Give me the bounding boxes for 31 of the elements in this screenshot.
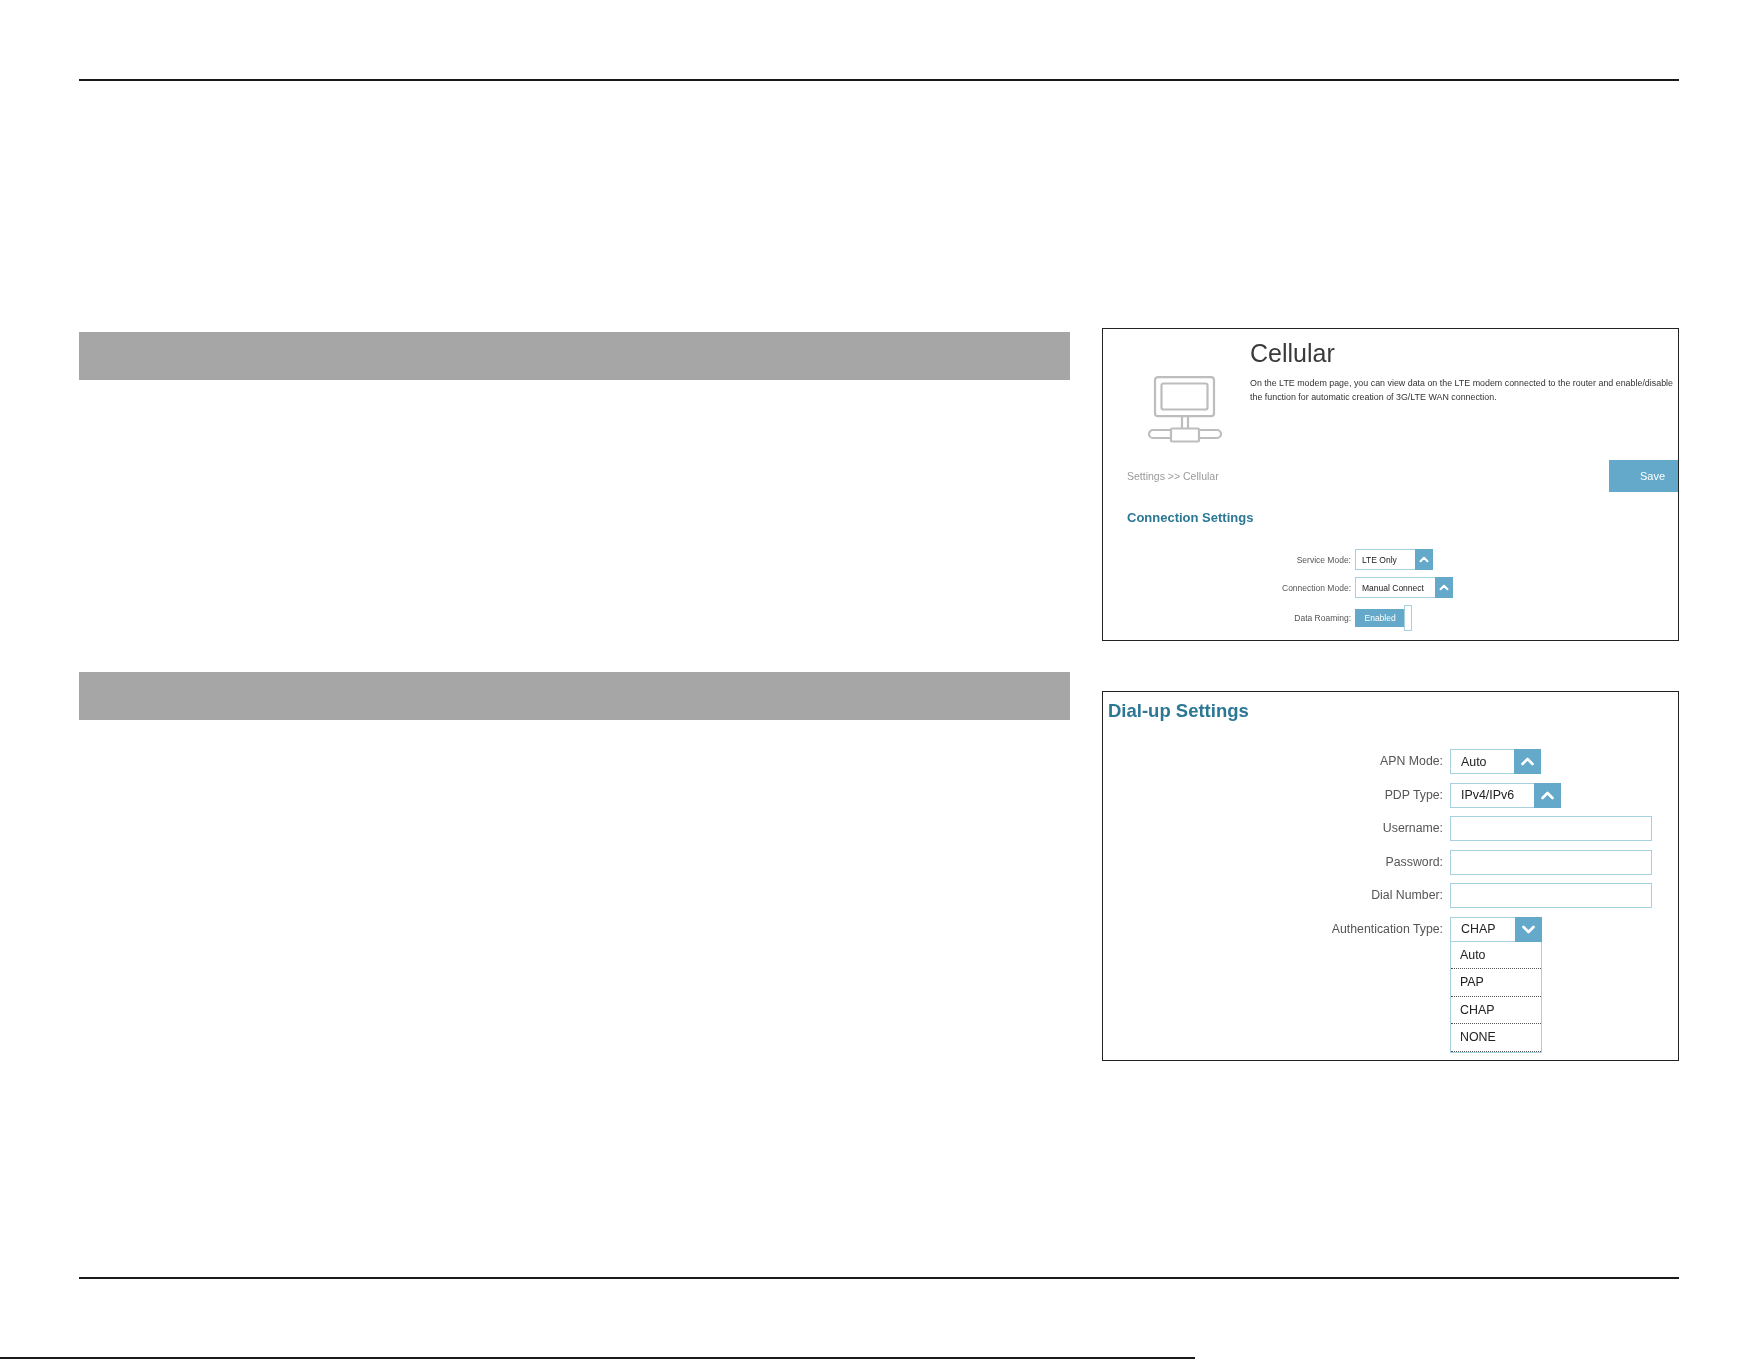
chevron-up-icon — [1415, 549, 1433, 570]
chevron-up-icon — [1434, 577, 1453, 598]
field-label: Authentication Type: — [1331, 920, 1443, 938]
dropdown-option[interactable]: Auto — [1451, 941, 1542, 969]
dropdown-select[interactable]: IPv4/IPv6 — [1450, 782, 1562, 808]
field-label: Connection Mode: — [1282, 582, 1351, 593]
dropdown-select[interactable]: CHAP — [1450, 916, 1543, 942]
field-label: APN Mode: — [1380, 753, 1443, 770]
text-input[interactable] — [1450, 849, 1652, 875]
dropdown-option[interactable]: CHAP — [1451, 996, 1542, 1024]
field-label: Dial Number: — [1371, 887, 1443, 904]
field-label: Service Mode: — [1296, 554, 1351, 565]
text-input[interactable] — [1450, 816, 1652, 841]
chevron-up-icon — [1534, 782, 1562, 808]
chevron-up-icon — [1514, 749, 1541, 774]
text-input[interactable] — [1450, 883, 1652, 908]
dropdown-select[interactable]: Manual Connect — [1355, 577, 1453, 598]
dropdown-select[interactable]: Auto — [1450, 749, 1541, 774]
dropdown-select[interactable]: LTE Only — [1355, 549, 1433, 570]
page-title: Cellular — [1250, 338, 1336, 369]
breadcrumb: Settings >> Cellular — [1126, 470, 1219, 482]
monitor-network-icon — [1148, 376, 1222, 443]
dropdown-option[interactable]: PAP — [1451, 969, 1542, 997]
field-label: PDP Type: — [1384, 786, 1443, 804]
section-heading: Dial-up Settings — [1107, 698, 1250, 722]
field-label: Password: — [1385, 853, 1443, 871]
field-label: Data Roaming: — [1294, 613, 1351, 623]
field-label: Username: — [1382, 820, 1443, 837]
section-heading: Connection Settings — [1126, 509, 1255, 527]
dropdown-option[interactable]: NONE — [1451, 1024, 1542, 1052]
page-description: On the LTE modem page, you can view data on the LTE modem connected to the router and enable/disable the function for automatic creation of 3G/LTE WAN connection. — [1250, 377, 1674, 404]
